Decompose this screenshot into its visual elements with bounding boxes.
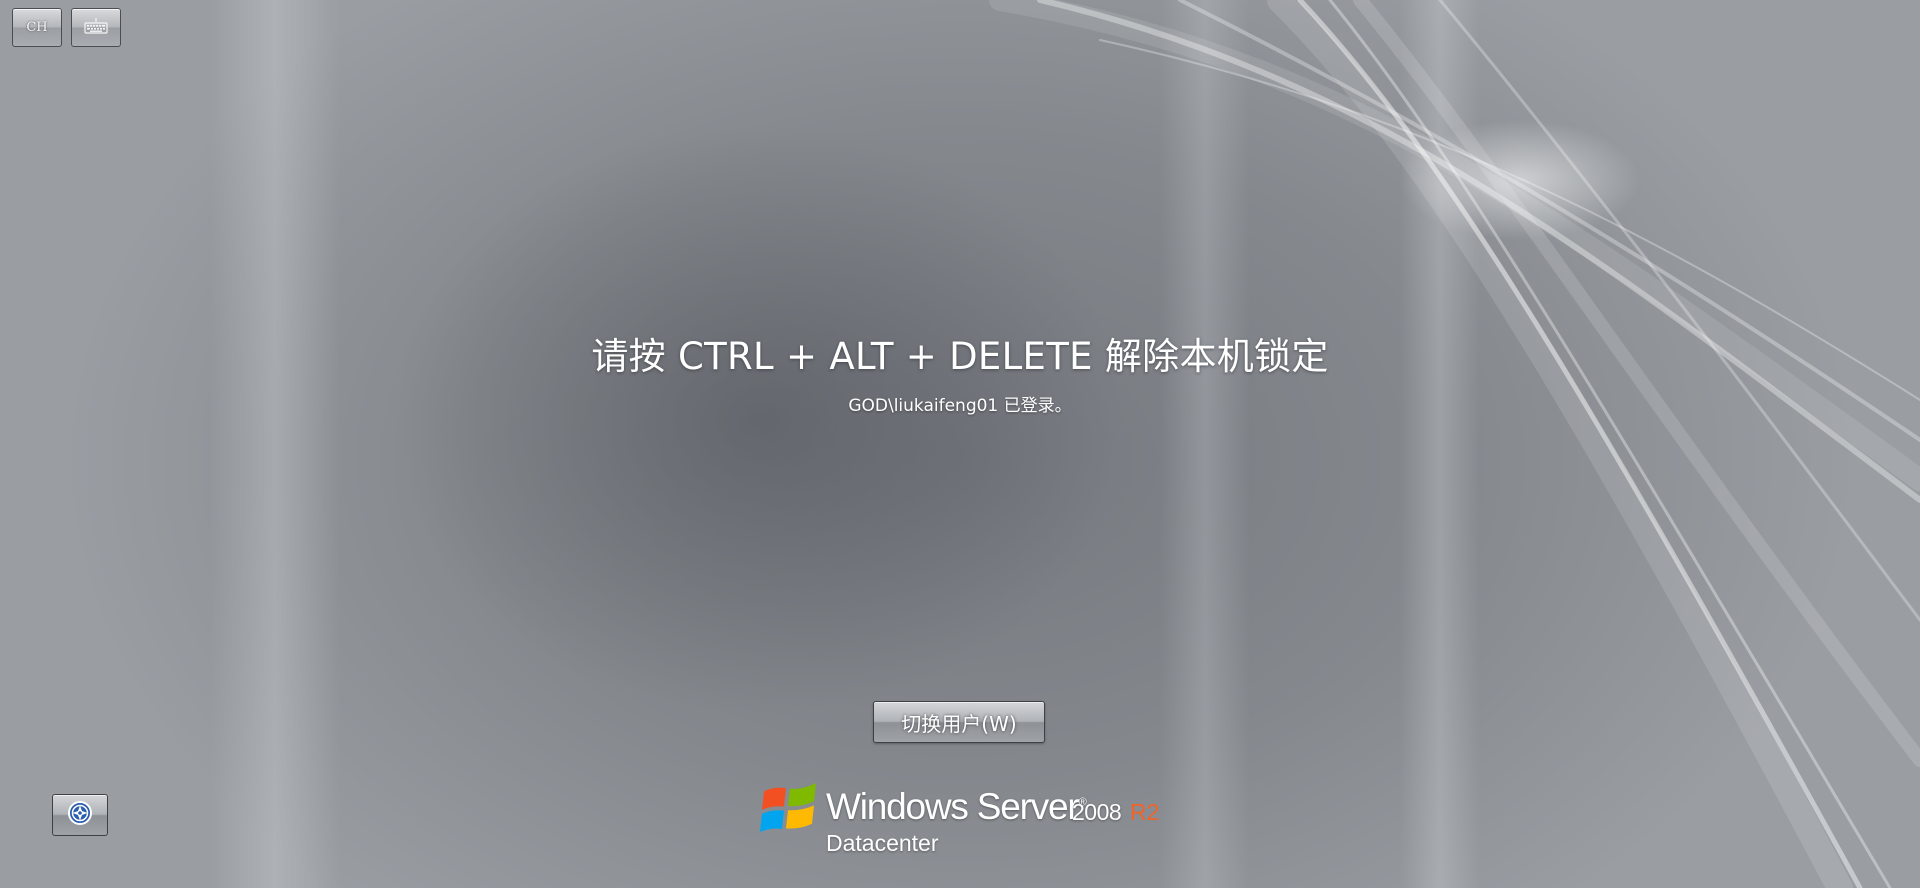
product-version: 2008	[1072, 799, 1122, 825]
product-edition: Datacenter	[826, 830, 939, 856]
product-release: R2	[1130, 799, 1160, 825]
on-screen-keyboard-button[interactable]	[71, 8, 121, 47]
switch-user-button[interactable]: 切换用户(W)	[873, 701, 1045, 743]
windows-flag-icon	[760, 776, 820, 836]
logged-in-status: GOD\liukaifeng01 已登录。	[848, 396, 1072, 416]
keyboard-icon	[84, 17, 108, 38]
background-light-streak	[1400, 0, 1480, 888]
language-button-label: CH	[26, 20, 48, 35]
windows-server-branding: Windows Server® 2008 R2 Datacenter	[760, 772, 1180, 862]
background-light-streak	[210, 0, 340, 888]
background-light-streak	[1160, 0, 1250, 888]
language-button[interactable]: CH	[12, 8, 62, 47]
product-name: Windows Server®	[826, 786, 1087, 827]
unlock-instruction: 请按 CTRL + ALT + DELETE 解除本机锁定	[591, 335, 1329, 378]
switch-user-label: 切换用户(W)	[901, 711, 1017, 736]
ease-of-access-icon	[67, 800, 93, 830]
background-swoosh	[989, 0, 1920, 888]
ease-of-access-button[interactable]	[52, 794, 108, 836]
